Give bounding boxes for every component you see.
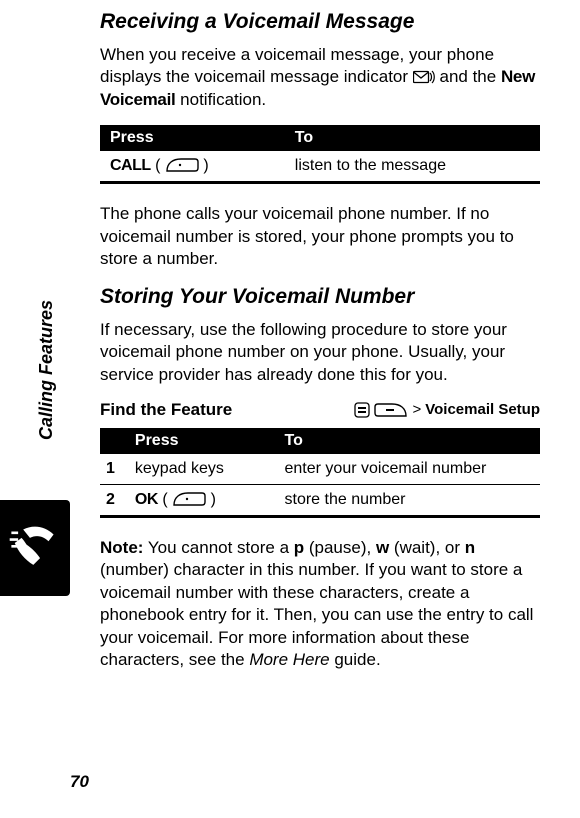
find-the-feature-row: Find the Feature > Voicemail Setup bbox=[100, 400, 540, 420]
cell-to: listen to the message bbox=[285, 151, 540, 182]
open-paren: ( bbox=[162, 491, 167, 508]
breadcrumb: > Voicemail Setup bbox=[354, 401, 540, 418]
more-here-ref: More Here bbox=[249, 650, 329, 669]
cell-num: 2 bbox=[100, 484, 125, 515]
voicemail-indicator-icon bbox=[413, 70, 435, 84]
find-the-feature-label: Find the Feature bbox=[100, 400, 232, 420]
close-paren: ) bbox=[211, 491, 216, 508]
cell-to: enter your voicemail number bbox=[275, 454, 541, 485]
close-paren: ) bbox=[203, 157, 208, 174]
phone-tab bbox=[0, 500, 70, 596]
table-row: CALL ( ) listen to the message bbox=[100, 151, 540, 182]
breadcrumb-voicemail-setup: Voicemail Setup bbox=[425, 401, 540, 418]
col-num bbox=[100, 428, 125, 454]
table-row: 1 keypad keys enter your voicemail numbe… bbox=[100, 454, 540, 485]
left-softkey-icon bbox=[374, 402, 408, 418]
cell-press: keypad keys bbox=[125, 454, 275, 485]
char-w: w bbox=[376, 538, 389, 557]
heading-receiving-voicemail: Receiving a Voicemail Message bbox=[100, 10, 540, 34]
para-receiving-1: When you receive a voicemail message, yo… bbox=[100, 44, 540, 111]
menu-key-icon bbox=[354, 402, 370, 418]
col-press: Press bbox=[100, 125, 285, 151]
ok-softkey-label: OK bbox=[135, 491, 158, 508]
text: notification. bbox=[180, 90, 266, 109]
text: guide. bbox=[330, 650, 381, 669]
breadcrumb-separator: > bbox=[412, 401, 421, 418]
note-label: Note: bbox=[100, 538, 143, 557]
cell-to: store the number bbox=[275, 484, 541, 515]
col-to: To bbox=[275, 428, 541, 454]
side-tab-label: Calling Features bbox=[36, 300, 57, 440]
cell-press: CALL ( ) bbox=[100, 151, 285, 182]
heading-storing-voicemail: Storing Your Voicemail Number bbox=[100, 285, 540, 309]
para-storing-1: If necessary, use the following procedur… bbox=[100, 319, 540, 386]
col-press: Press bbox=[125, 428, 275, 454]
text: When you receive a voicemail message, yo… bbox=[100, 45, 494, 86]
page: Calling Features Receiving a Voicemail M… bbox=[0, 0, 580, 818]
text: (pause), bbox=[304, 538, 376, 557]
table-receiving: Press To CALL ( ) listen to the message bbox=[100, 125, 540, 185]
text: (wait), or bbox=[389, 538, 465, 557]
para-note: Note: You cannot store a p (pause), w (w… bbox=[100, 537, 540, 672]
char-p: p bbox=[294, 538, 304, 557]
text: and the bbox=[440, 67, 501, 86]
table-row: 2 OK ( ) store the number bbox=[100, 484, 540, 515]
open-paren: ( bbox=[155, 157, 160, 174]
text: You cannot store a bbox=[148, 538, 294, 557]
call-softkey-label: CALL bbox=[110, 157, 151, 174]
para-receiving-2: The phone calls your voicemail phone num… bbox=[100, 203, 540, 270]
right-softkey-icon bbox=[165, 157, 199, 173]
col-to: To bbox=[285, 125, 540, 151]
page-number: 70 bbox=[70, 772, 89, 792]
cell-num: 1 bbox=[100, 454, 125, 485]
right-softkey-icon bbox=[172, 491, 206, 507]
cell-press: OK ( ) bbox=[125, 484, 275, 515]
char-n: n bbox=[465, 538, 475, 557]
phone-handset-icon bbox=[8, 521, 62, 575]
table-storing: Press To 1 keypad keys enter your voicem… bbox=[100, 428, 540, 519]
